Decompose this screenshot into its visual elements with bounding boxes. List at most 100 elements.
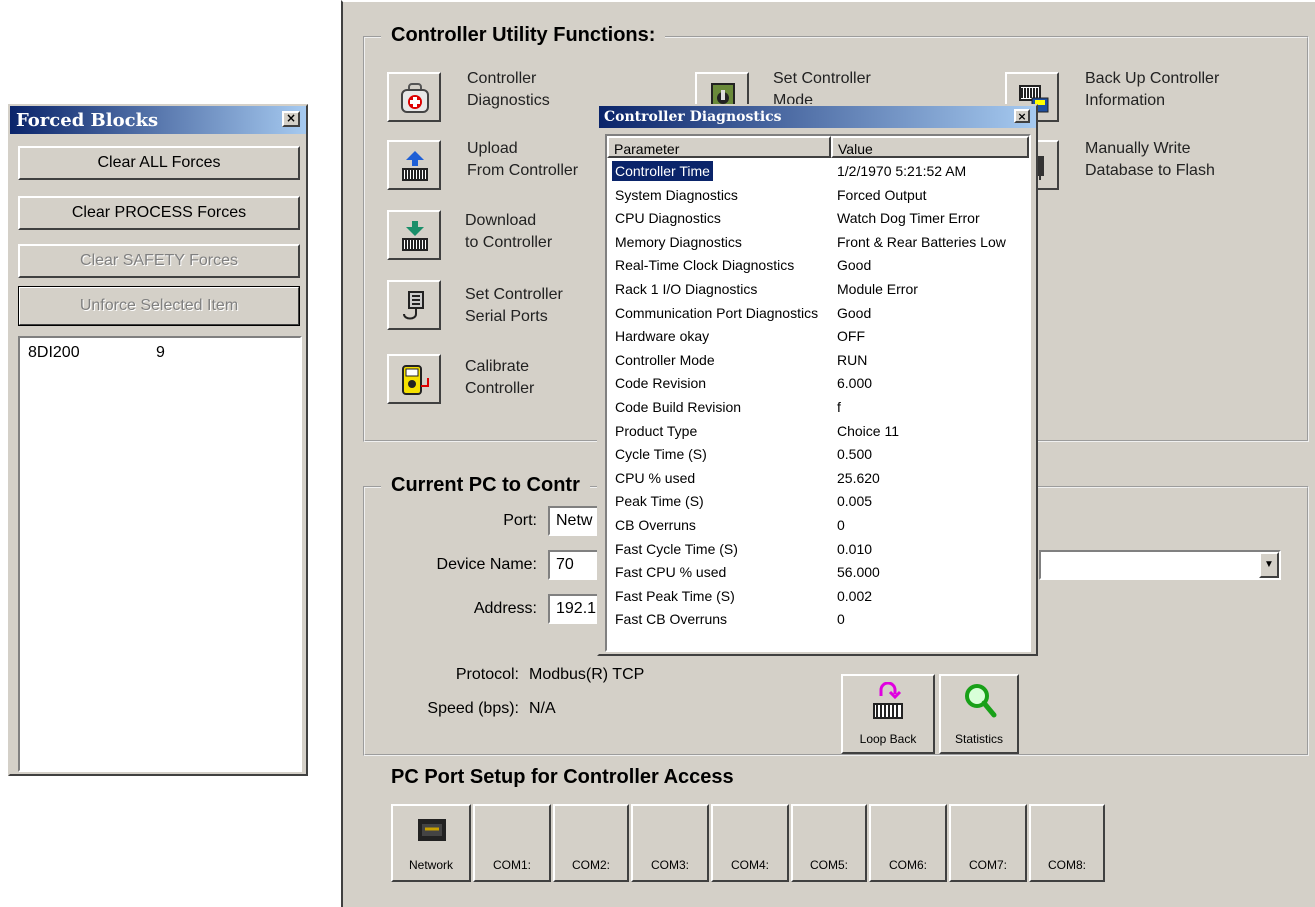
table-row[interactable]: Fast CPU % used 56.000	[607, 561, 1029, 585]
value-cell: Forced Output	[837, 186, 927, 203]
clear-process-forces-button[interactable]: Clear PROCESS Forces	[18, 196, 300, 230]
value-cell: 0.002	[837, 587, 873, 604]
table-row[interactable]: Controller Time 1/2/1970 5:21:52 AM	[607, 160, 1029, 184]
table-row[interactable]: Code Revision 6.000	[607, 372, 1029, 396]
upload-arrow-icon	[402, 151, 428, 181]
chevron-down-icon[interactable]: ▼	[1259, 552, 1279, 578]
parameter-cell: Controller Mode	[615, 351, 715, 368]
parameter-cell: CPU Diagnostics	[615, 210, 721, 227]
port-com3-button[interactable]: COM3:	[631, 804, 709, 882]
label-line: Upload	[467, 140, 518, 157]
table-row[interactable]: Code Build Revision f	[607, 396, 1029, 420]
port-com5-button[interactable]: COM5:	[791, 804, 867, 882]
loop-back-icon	[873, 682, 903, 719]
close-icon[interactable]: ×	[1014, 109, 1030, 123]
value-column-header[interactable]: Value	[831, 136, 1029, 158]
value-cell: 0.005	[837, 493, 873, 510]
connection-title: Current PC to Contr	[381, 474, 590, 497]
table-row[interactable]: Cycle Time (S) 0.500	[607, 443, 1029, 467]
calibrate-controller-button[interactable]	[387, 354, 441, 404]
table-row[interactable]: Controller Mode RUN	[607, 349, 1029, 373]
value-cell: Front & Rear Batteries Low	[837, 233, 1006, 250]
close-icon[interactable]: ×	[282, 111, 300, 127]
label-line: From Controller	[467, 162, 579, 179]
table-row[interactable]: Product Type Choice 11	[607, 420, 1029, 444]
parameter-cell: Real-Time Clock Diagnostics	[615, 257, 795, 274]
table-row[interactable]: Memory Diagnostics Front & Rear Batteries…	[607, 231, 1029, 255]
device-name-dropdown[interactable]: ▼	[1039, 550, 1281, 580]
table-row[interactable]: Communication Port Diagnostics Good	[607, 302, 1029, 326]
table-row[interactable]: CB Overruns 0	[607, 514, 1029, 538]
table-row[interactable]: Peak Time (S) 0.005	[607, 490, 1029, 514]
label-line: Calibrate	[465, 358, 530, 375]
parameter-cell: Code Revision	[615, 375, 707, 392]
port-com6-button[interactable]: COM6:	[869, 804, 947, 882]
port-label: COM1:	[492, 858, 531, 872]
unforce-selected-item-button[interactable]: Unforce Selected Item	[18, 286, 300, 326]
table-row[interactable]: Fast CB Overruns 0	[607, 608, 1029, 632]
value-cell: Good	[837, 257, 872, 274]
diagnostics-titlebar: Controller Diagnostics ×	[599, 106, 1036, 128]
value-cell: 25.620	[837, 469, 880, 486]
label-line: Manually Write	[1085, 140, 1191, 157]
port-label: COM8:	[1047, 858, 1086, 872]
port-network-button[interactable]: Network	[391, 804, 471, 882]
parameter-cell: Hardware okay	[615, 328, 710, 345]
diagnostics-table[interactable]: Parameter Value Controller Time 1/2/1970 …	[605, 134, 1031, 652]
set-serial-ports-button[interactable]	[387, 280, 441, 330]
parameter-cell: Cycle Time (S)	[615, 446, 707, 463]
parameter-cell: Fast Cycle Time (S)	[615, 540, 738, 557]
value-cell: 0	[837, 517, 845, 533]
forced-blocks-title: Forced Blocks	[16, 110, 159, 131]
table-row[interactable]: CPU % used 25.620	[607, 467, 1029, 491]
table-row[interactable]: CPU Diagnostics Watch Dog Timer Error	[607, 207, 1029, 231]
loop-back-label: Loop Back	[859, 732, 917, 746]
value-cell: f	[837, 399, 841, 415]
table-row[interactable]: Hardware okay OFF	[607, 325, 1029, 349]
port-setup-title: PC Port Setup for Controller Access	[391, 766, 734, 788]
table-row[interactable]: Fast Peak Time (S) 0.002	[607, 585, 1029, 609]
statistics-label: Statistics	[954, 732, 1003, 746]
forced-item-value: 9	[156, 344, 165, 361]
protocol-value: Modbus(R) TCP	[529, 666, 645, 683]
controller-diagnostics-button[interactable]	[387, 72, 441, 122]
table-row[interactable]: Fast Cycle Time (S) 0.010	[607, 538, 1029, 562]
statistics-button[interactable]: Statistics	[939, 674, 1019, 754]
table-row[interactable]: Real-Time Clock Diagnostics Good	[607, 254, 1029, 278]
table-row[interactable]: Rack 1 I/O Diagnostics Module Error	[607, 278, 1029, 302]
port-com7-button[interactable]: COM7:	[949, 804, 1027, 882]
list-item[interactable]: 8DI200 9	[26, 344, 294, 366]
protocol-label: Protocol:	[455, 666, 519, 683]
parameter-cell: Peak Time (S)	[615, 493, 704, 510]
parameter-cell: Fast Peak Time (S)	[615, 587, 735, 604]
value-cell: 6.000	[837, 375, 873, 392]
parameter-cell: Fast CB Overruns	[615, 611, 728, 628]
port-label: COM5:	[809, 858, 848, 872]
table-row[interactable]: System Diagnostics Forced Output	[607, 184, 1029, 208]
port-com8-button[interactable]: COM8:	[1029, 804, 1105, 882]
port-com1-button[interactable]: COM1:	[473, 804, 551, 882]
forced-items-list[interactable]: 8DI200 9	[18, 336, 302, 772]
port-label: Network	[408, 858, 453, 872]
label-line: Controller	[467, 70, 537, 87]
backup-controller-info-label: Back Up Controller Information	[1085, 68, 1219, 112]
port-label: COM3:	[650, 858, 689, 872]
port-label: Port:	[503, 512, 537, 529]
value-cell: RUN	[837, 351, 868, 368]
label-line: Back Up Controller	[1085, 70, 1220, 87]
label-line: Set Controller	[465, 286, 563, 303]
port-com2-button[interactable]: COM2:	[553, 804, 629, 882]
value-cell: 0.010	[837, 540, 873, 557]
label-line: Diagnostics	[467, 92, 550, 109]
upload-from-controller-button[interactable]	[387, 140, 441, 190]
port-label: COM7:	[968, 858, 1007, 872]
download-to-controller-button[interactable]	[387, 210, 441, 260]
clear-all-forces-button[interactable]: Clear ALL Forces	[18, 146, 300, 180]
parameter-cell: Product Type	[615, 422, 698, 439]
clear-safety-forces-button[interactable]: Clear SAFETY Forces	[18, 244, 300, 278]
port-com4-button[interactable]: COM4:	[711, 804, 789, 882]
label-line: Controller	[465, 380, 535, 397]
parameter-column-header[interactable]: Parameter	[607, 136, 831, 158]
download-to-controller-label: Download to Controller	[465, 210, 552, 254]
loop-back-button[interactable]: Loop Back	[841, 674, 935, 754]
